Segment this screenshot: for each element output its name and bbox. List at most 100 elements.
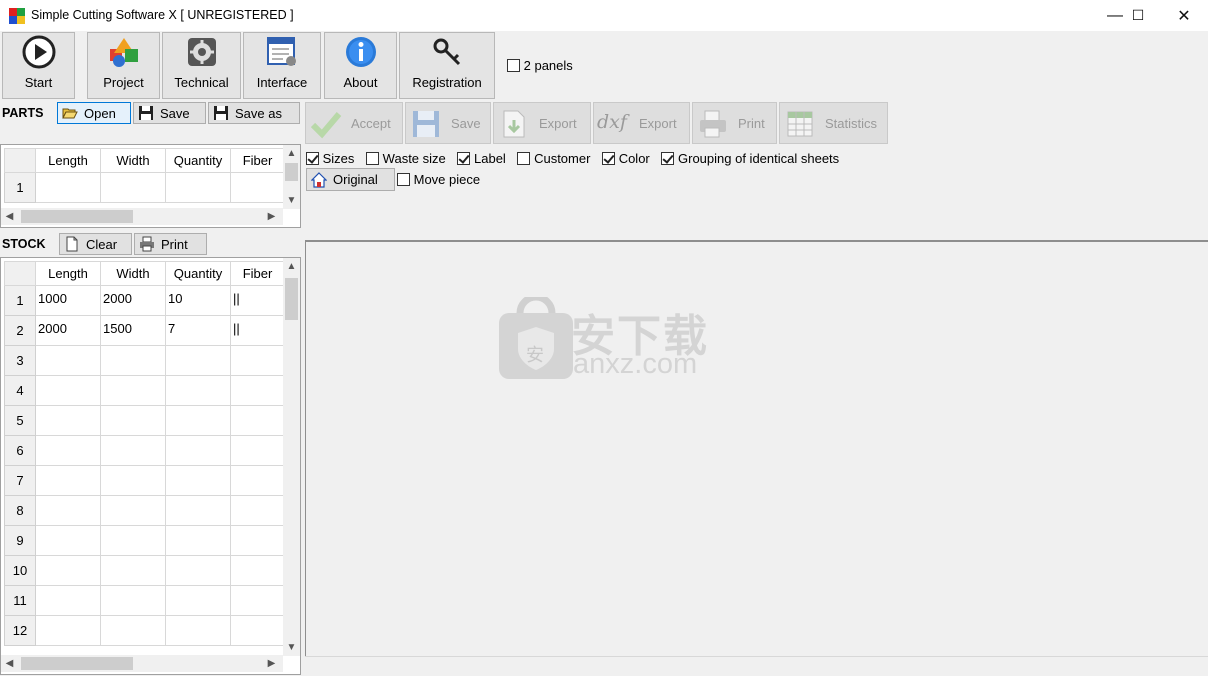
grouping-checkbox[interactable]: [661, 152, 675, 165]
table-cell[interactable]: [35, 435, 101, 466]
table-cell[interactable]: [230, 585, 285, 616]
parts-horizontal-scrollbar[interactable]: ◀ ▶: [1, 208, 283, 225]
grouping-option[interactable]: Grouping of identical sheets: [661, 151, 839, 166]
waste-size-checkbox[interactable]: [366, 152, 380, 165]
about-button[interactable]: About: [324, 32, 397, 99]
two-panels-option[interactable]: 2 panels: [507, 58, 573, 73]
table-cell[interactable]: [165, 615, 231, 646]
parts-col-length[interactable]: Length: [35, 148, 101, 173]
table-cell[interactable]: [100, 405, 166, 436]
close-button[interactable]: ✕: [1161, 0, 1207, 31]
stock-col-length[interactable]: Length: [35, 261, 101, 286]
parts-save-button[interactable]: Save: [133, 102, 206, 124]
table-cell[interactable]: [165, 495, 231, 526]
table-cell[interactable]: [35, 375, 101, 406]
color-checkbox[interactable]: [602, 152, 616, 165]
table-cell[interactable]: 7: [165, 315, 231, 346]
result-print-button[interactable]: Print: [692, 102, 777, 144]
result-save-button[interactable]: Save: [405, 102, 491, 144]
stock-horizontal-scrollbar[interactable]: ◀ ▶: [1, 655, 283, 672]
table-cell[interactable]: [35, 495, 101, 526]
sizes-checkbox[interactable]: [306, 152, 319, 165]
parts-grid[interactable]: Length Width Quantity Fiber 1 ▲ ▼ ◀ ▶: [0, 144, 301, 228]
two-panels-checkbox[interactable]: [507, 59, 520, 72]
table-cell[interactable]: [35, 525, 101, 556]
scroll-down-icon[interactable]: ▼: [283, 639, 300, 656]
accept-button[interactable]: Accept: [305, 102, 403, 144]
row-header[interactable]: 7: [4, 465, 36, 496]
stock-col-width[interactable]: Width: [100, 261, 166, 286]
customer-option[interactable]: Customer: [517, 151, 590, 166]
scroll-left-icon[interactable]: ◀: [1, 655, 18, 672]
table-cell[interactable]: [100, 465, 166, 496]
table-cell[interactable]: [35, 345, 101, 376]
table-cell[interactable]: [100, 525, 166, 556]
scroll-left-icon[interactable]: ◀: [1, 208, 18, 225]
scroll-thumb[interactable]: [285, 163, 298, 181]
stock-vertical-scrollbar[interactable]: ▲ ▼: [283, 258, 300, 656]
table-cell[interactable]: 2000: [100, 285, 166, 316]
interface-button[interactable]: Interface: [243, 32, 321, 99]
row-header[interactable]: 11: [4, 585, 36, 616]
table-cell[interactable]: ||: [230, 285, 285, 316]
table-cell[interactable]: [165, 465, 231, 496]
row-header[interactable]: 5: [4, 405, 36, 436]
stock-clear-button[interactable]: Clear: [59, 233, 132, 255]
original-button[interactable]: Original: [306, 168, 395, 191]
table-cell[interactable]: [165, 405, 231, 436]
stock-col-quantity[interactable]: Quantity: [165, 261, 231, 286]
table-cell[interactable]: [230, 525, 285, 556]
row-header[interactable]: 6: [4, 435, 36, 466]
move-piece-checkbox[interactable]: [397, 173, 410, 186]
scroll-right-icon[interactable]: ▶: [263, 655, 280, 672]
table-cell[interactable]: ||: [230, 315, 285, 346]
technical-button[interactable]: Technical: [162, 32, 241, 99]
scroll-thumb[interactable]: [21, 657, 133, 670]
registration-button[interactable]: Registration: [399, 32, 495, 99]
stock-print-button[interactable]: Print: [134, 233, 207, 255]
scroll-right-icon[interactable]: ▶: [263, 208, 280, 225]
stock-col-fiber[interactable]: Fiber: [230, 261, 285, 286]
table-cell[interactable]: [100, 495, 166, 526]
table-cell[interactable]: [165, 585, 231, 616]
parts-col-width[interactable]: Width: [100, 148, 166, 173]
table-cell[interactable]: [165, 435, 231, 466]
table-cell[interactable]: [230, 405, 285, 436]
table-cell[interactable]: [35, 465, 101, 496]
label-option[interactable]: Label: [457, 151, 506, 166]
table-cell[interactable]: [230, 345, 285, 376]
row-header[interactable]: 1: [4, 172, 36, 203]
export-button[interactable]: Export: [493, 102, 591, 144]
table-cell[interactable]: [165, 172, 231, 203]
table-cell[interactable]: [100, 585, 166, 616]
row-header[interactable]: 9: [4, 525, 36, 556]
row-header[interactable]: 1: [4, 285, 36, 316]
parts-col-fiber[interactable]: Fiber: [230, 148, 285, 173]
table-cell[interactable]: [100, 375, 166, 406]
table-cell[interactable]: [35, 405, 101, 436]
table-cell[interactable]: 1000: [35, 285, 101, 316]
table-cell[interactable]: 1500: [100, 315, 166, 346]
scroll-up-icon[interactable]: ▲: [283, 145, 300, 162]
scroll-thumb[interactable]: [21, 210, 133, 223]
table-cell[interactable]: [100, 435, 166, 466]
table-cell[interactable]: [35, 555, 101, 586]
table-cell[interactable]: [165, 375, 231, 406]
waste-size-option[interactable]: Waste size: [366, 151, 446, 166]
table-cell[interactable]: [230, 375, 285, 406]
parts-col-quantity[interactable]: Quantity: [165, 148, 231, 173]
row-header[interactable]: 4: [4, 375, 36, 406]
sizes-option[interactable]: Sizes: [306, 151, 354, 166]
row-header[interactable]: 3: [4, 345, 36, 376]
parts-save-as-button[interactable]: Save as: [208, 102, 300, 124]
label-checkbox[interactable]: [457, 152, 471, 165]
table-cell[interactable]: [165, 525, 231, 556]
color-option[interactable]: Color: [602, 151, 650, 166]
move-piece-option[interactable]: Move piece: [397, 172, 480, 187]
project-button[interactable]: Project: [87, 32, 160, 99]
table-cell[interactable]: [230, 172, 285, 203]
table-cell[interactable]: [35, 172, 101, 203]
row-header[interactable]: 2: [4, 315, 36, 346]
row-header[interactable]: 10: [4, 555, 36, 586]
table-cell[interactable]: [165, 555, 231, 586]
